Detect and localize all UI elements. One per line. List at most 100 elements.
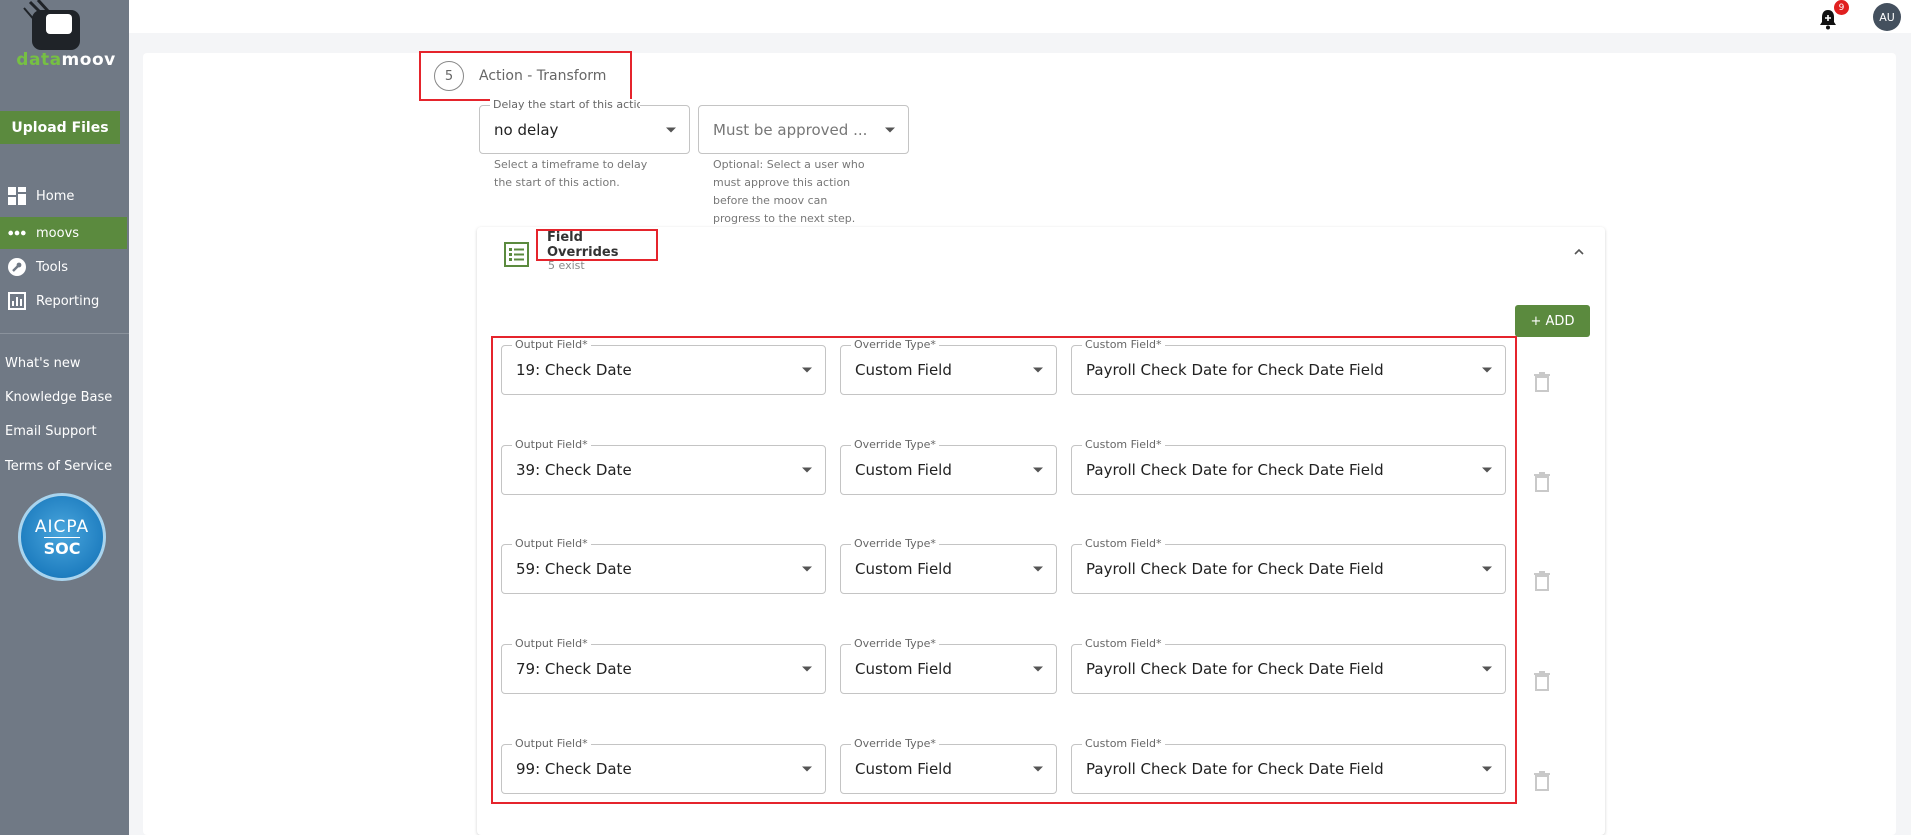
sidebar-item-reporting[interactable]: Reporting <box>0 285 129 317</box>
output-field-select-label: Output Field* <box>512 339 591 351</box>
custom-field-select-label: Custom Field* <box>1082 339 1165 351</box>
app-root: datamoov Upload Files Home moovs Tools R… <box>0 0 1911 835</box>
dropdown-arrow-icon <box>1482 367 1492 373</box>
custom-field-select-value: Payroll Check Date for Check Date Field <box>1086 660 1384 678</box>
dropdown-arrow-icon <box>802 467 812 473</box>
delay-select[interactable]: Delay the start of this action no delay <box>479 99 690 154</box>
output-field-select-value: 79: Check Date <box>516 660 632 678</box>
logo-wordmark: datamoov <box>16 50 116 70</box>
delay-helper-text: Select a timeframe to delay the start of… <box>494 158 648 189</box>
custom-field-select[interactable]: Custom Field* Payroll Check Date for Chec… <box>1071 339 1506 395</box>
output-field-select[interactable]: Output Field* 99: Check Date <box>501 738 826 794</box>
custom-field-select[interactable]: Custom Field* Payroll Check Date for Chec… <box>1071 439 1506 495</box>
custom-field-select-value: Payroll Check Date for Check Date Field <box>1086 461 1384 479</box>
reporting-icon <box>8 292 26 310</box>
dropdown-arrow-icon <box>1033 566 1043 572</box>
output-field-select[interactable]: Output Field* 59: Check Date <box>501 538 826 594</box>
custom-field-select-label: Custom Field* <box>1082 738 1165 750</box>
knowledge-base-link[interactable]: Knowledge Base <box>5 390 112 405</box>
terms-of-service-link[interactable]: Terms of Service <box>5 459 112 474</box>
override-type-select[interactable]: Override Type* Custom Field <box>840 339 1057 395</box>
override-type-select[interactable]: Override Type* Custom Field <box>840 538 1057 594</box>
sidebar-item-label: Reporting <box>36 293 100 309</box>
dropdown-arrow-icon <box>1033 666 1043 672</box>
custom-field-select-label: Custom Field* <box>1082 439 1165 451</box>
dropdown-arrow-icon <box>802 666 812 672</box>
sidebar-item-label: Tools <box>36 259 69 275</box>
override-type-select-value: Custom Field <box>855 461 952 479</box>
output-field-select[interactable]: Output Field* 19: Check Date <box>501 339 826 395</box>
dropdown-arrow-icon <box>666 127 676 132</box>
list-icon <box>504 242 529 267</box>
whats-new-link[interactable]: What's new <box>5 356 81 371</box>
override-type-select-value: Custom Field <box>855 560 952 578</box>
dropdown-arrow-icon <box>1482 666 1492 672</box>
dropdown-arrow-icon <box>1033 766 1043 772</box>
output-field-select[interactable]: Output Field* 79: Check Date <box>501 638 826 694</box>
top-bar <box>129 0 1911 33</box>
output-field-select-value: 39: Check Date <box>516 461 632 479</box>
email-support-link[interactable]: Email Support <box>5 424 97 439</box>
override-type-select-value: Custom Field <box>855 361 952 379</box>
delete-icon[interactable] <box>1533 571 1551 591</box>
approver-select[interactable]: Must be approved ... <box>698 105 909 154</box>
custom-field-select-label: Custom Field* <box>1082 638 1165 650</box>
override-type-select-label: Override Type* <box>851 638 939 650</box>
sidebar: datamoov Upload Files Home moovs Tools R… <box>0 0 129 835</box>
override-type-select-value: Custom Field <box>855 760 952 778</box>
delete-icon[interactable] <box>1533 671 1551 691</box>
user-avatar[interactable]: AU <box>1873 3 1901 31</box>
delete-icon[interactable] <box>1533 771 1551 791</box>
override-type-select[interactable]: Override Type* Custom Field <box>840 439 1057 495</box>
step-title: Action - Transform <box>479 68 607 84</box>
custom-field-select-value: Payroll Check Date for Check Date Field <box>1086 361 1384 379</box>
override-type-select[interactable]: Override Type* Custom Field <box>840 638 1057 694</box>
output-field-select-value: 99: Check Date <box>516 760 632 778</box>
delay-select-label: Delay the start of this action <box>490 99 640 111</box>
chevron-up-icon[interactable] <box>1572 244 1586 258</box>
delete-icon[interactable] <box>1533 372 1551 392</box>
custom-field-select[interactable]: Custom Field* Payroll Check Date for Chec… <box>1071 638 1506 694</box>
override-type-select[interactable]: Override Type* Custom Field <box>840 738 1057 794</box>
approver-select-placeholder: Must be approved ... <box>713 120 868 139</box>
custom-field-select[interactable]: Custom Field* Payroll Check Date for Chec… <box>1071 738 1506 794</box>
aicpa-soc-badge: AICPA SOC <box>18 493 106 581</box>
dropdown-arrow-icon <box>802 566 812 572</box>
home-icon <box>8 187 26 205</box>
moovs-icon <box>8 224 26 242</box>
field-overrides-count: 5 exist <box>548 259 585 272</box>
sidebar-item-label: moovs <box>36 225 80 241</box>
sidebar-divider <box>0 333 129 334</box>
output-field-select-value: 59: Check Date <box>516 560 632 578</box>
sidebar-item-home[interactable]: Home <box>0 180 129 212</box>
override-type-select-label: Override Type* <box>851 538 939 550</box>
sidebar-item-tools[interactable]: Tools <box>0 251 129 283</box>
override-type-select-label: Override Type* <box>851 339 939 351</box>
delay-select-value: no delay <box>494 120 559 139</box>
custom-field-select[interactable]: Custom Field* Payroll Check Date for Chec… <box>1071 538 1506 594</box>
output-field-select-label: Output Field* <box>512 538 591 550</box>
step-header: 5 Action - Transform <box>419 51 632 101</box>
override-type-select-label: Override Type* <box>851 439 939 451</box>
datamoov-logo[interactable]: datamoov <box>0 0 129 80</box>
tools-icon <box>8 258 26 276</box>
dropdown-arrow-icon <box>1482 766 1492 772</box>
dropdown-arrow-icon <box>1033 467 1043 473</box>
dropdown-arrow-icon <box>885 127 895 132</box>
field-overrides-title: Field Overrides <box>536 229 658 261</box>
upload-files-button[interactable]: Upload Files <box>0 111 120 144</box>
delete-icon[interactable] <box>1533 472 1551 492</box>
add-override-button[interactable]: + ADD <box>1515 305 1590 337</box>
sidebar-item-moovs[interactable]: moovs <box>0 217 127 249</box>
sidebar-item-label: Home <box>36 188 75 204</box>
custom-field-select-value: Payroll Check Date for Check Date Field <box>1086 760 1384 778</box>
output-field-select-label: Output Field* <box>512 738 591 750</box>
dropdown-arrow-icon <box>1482 467 1492 473</box>
custom-field-select-label: Custom Field* <box>1082 538 1165 550</box>
output-field-select-label: Output Field* <box>512 638 591 650</box>
dropdown-arrow-icon <box>1482 566 1492 572</box>
custom-field-select-value: Payroll Check Date for Check Date Field <box>1086 560 1384 578</box>
override-type-select-value: Custom Field <box>855 660 952 678</box>
output-field-select-value: 19: Check Date <box>516 361 632 379</box>
output-field-select[interactable]: Output Field* 39: Check Date <box>501 439 826 495</box>
